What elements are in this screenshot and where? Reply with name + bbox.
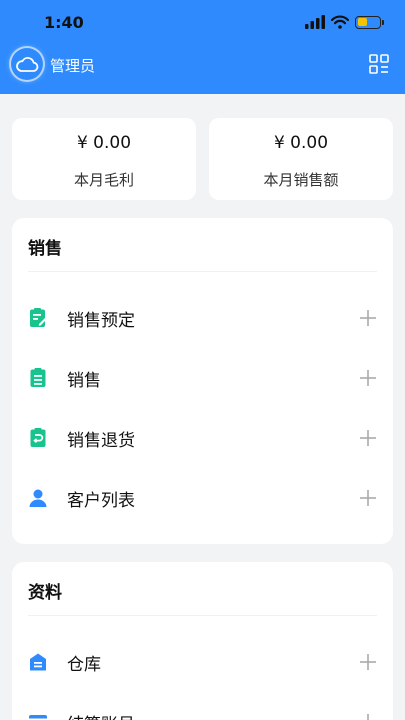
plus-icon[interactable] <box>359 369 377 387</box>
sales-section-title: 销售 <box>28 218 377 272</box>
plus-icon[interactable] <box>359 309 377 327</box>
account-icon <box>28 712 48 720</box>
clipboard-list-icon <box>28 368 48 388</box>
cellular-signal-icon <box>305 15 325 29</box>
summary-cards: ¥ 0.00 本月毛利 ¥ 0.00 本月销售额 <box>12 118 393 200</box>
wifi-icon <box>331 15 349 29</box>
master-data-section: 资料 仓库 结算账号 <box>12 562 393 720</box>
menu-item-label: 销售退货 <box>67 430 135 451</box>
battery-icon <box>355 15 384 29</box>
user-icon <box>28 488 48 508</box>
plus-icon[interactable] <box>359 653 377 671</box>
status-time: 1:40 <box>44 13 84 32</box>
monthly-profit-label: 本月毛利 <box>73 171 134 189</box>
monthly-sales-label: 本月销售额 <box>263 171 339 189</box>
clipboard-return-icon <box>28 428 48 448</box>
monthly-profit-value: ¥ 0.00 <box>76 133 132 153</box>
plus-icon[interactable] <box>359 489 377 507</box>
plus-icon[interactable] <box>359 429 377 447</box>
menu-item-warehouse[interactable]: 仓库 <box>12 632 393 692</box>
menu-item-sales[interactable]: 销售 <box>12 348 393 408</box>
menu-item-label: 销售 <box>67 370 101 391</box>
menu-item-sales-return[interactable]: 销售退货 <box>12 408 393 468</box>
user-name: 管理员 <box>50 57 96 75</box>
grid-menu-icon[interactable] <box>368 53 390 75</box>
master-data-section-title: 资料 <box>28 562 377 616</box>
status-icons <box>305 14 384 30</box>
menu-item-customer-list[interactable]: 客户列表 <box>12 468 393 528</box>
cloud-icon <box>16 57 39 72</box>
monthly-profit-card[interactable]: ¥ 0.00 本月毛利 <box>12 118 196 200</box>
status-bar: 1:40 <box>0 0 405 44</box>
monthly-sales-card[interactable]: ¥ 0.00 本月销售额 <box>209 118 393 200</box>
clipboard-edit-icon <box>28 308 48 328</box>
monthly-sales-value: ¥ 0.00 <box>273 133 329 153</box>
app-header-background: 1:40 管理员 <box>0 0 405 94</box>
menu-item-label: 销售预定 <box>67 310 135 331</box>
plus-icon[interactable] <box>359 713 377 720</box>
avatar[interactable] <box>11 48 43 80</box>
sales-section: 销售 销售预定 销售 销售退货 客户列表 <box>12 218 393 544</box>
warehouse-icon <box>28 652 48 672</box>
menu-item-settlement-account[interactable]: 结算账号 <box>12 692 393 720</box>
menu-item-label: 仓库 <box>67 654 101 675</box>
menu-item-sales-order[interactable]: 销售预定 <box>12 288 393 348</box>
header-bar: 管理员 <box>0 44 405 94</box>
menu-item-label: 结算账号 <box>67 710 135 720</box>
menu-item-label: 客户列表 <box>67 490 135 511</box>
